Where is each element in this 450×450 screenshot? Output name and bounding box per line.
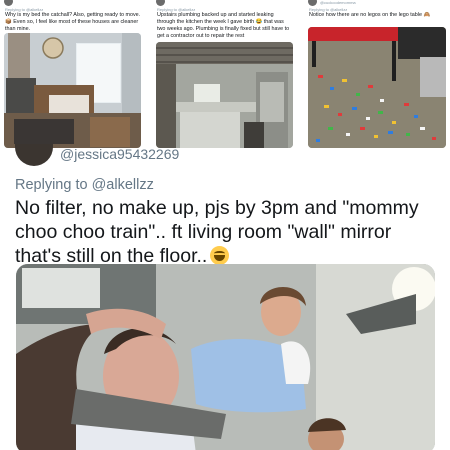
tweet-text: Upstairs plumbing backed up and started … — [157, 12, 290, 39]
bedroom-illustration — [4, 33, 141, 148]
tweet-photo-legos[interactable] — [308, 27, 446, 148]
mini-tweet-1[interactable]: Replying to @alkellzz Why is my bed the … — [0, 0, 145, 150]
author-handle[interactable]: @jessica95432269 — [60, 146, 179, 162]
tweet-text: No filter, no make up, pjs by 3pm and "m… — [15, 196, 440, 268]
tweet-text: Notice how there are no legos on the leg… — [309, 12, 431, 18]
tweet-text: Why is my bed the catchall? Also, gettin… — [5, 12, 141, 32]
replying-to-label: Replying to — [15, 177, 92, 193]
avatar[interactable] — [4, 0, 13, 6]
selfie-mom-and-kids-illustration — [16, 264, 435, 450]
laughing-emoji-icon — [210, 246, 230, 265]
replying-to: Replying to @alkellzz — [15, 177, 154, 193]
avatar[interactable] — [308, 0, 317, 6]
mini-tweet-3[interactable]: @cuckoodemomma Replying to @alkellzz Not… — [304, 0, 450, 150]
lego-floor-illustration — [308, 27, 446, 148]
kitchen-illustration — [156, 42, 293, 148]
avatar[interactable] — [15, 144, 53, 166]
author-handle[interactable]: @cuckoodemomma — [320, 0, 356, 5]
mini-tweet-2[interactable]: Replying to @alkellzz Upstairs plumbing … — [152, 0, 297, 150]
tweet-photo-kitchen[interactable] — [156, 42, 293, 148]
avatar[interactable] — [156, 0, 165, 6]
tweet-photo-bedroom[interactable] — [4, 33, 141, 148]
replying-to-mention-link[interactable]: @alkellzz — [92, 177, 154, 193]
previous-tweets-strip: Replying to @alkellzz Why is my bed the … — [0, 0, 450, 150]
tweet-photo[interactable] — [16, 264, 435, 450]
